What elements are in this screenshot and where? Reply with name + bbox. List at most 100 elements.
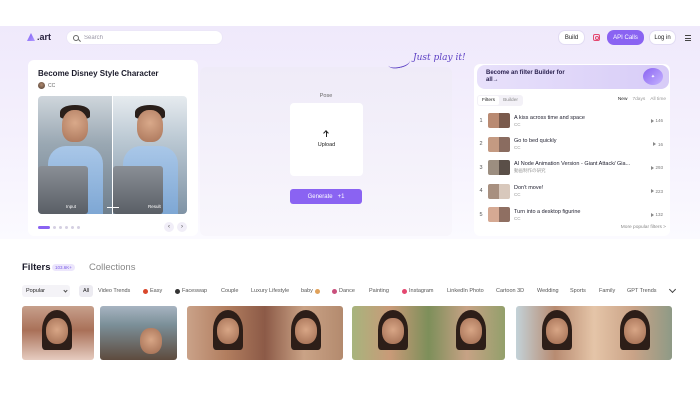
category-label: Cartoon 3D — [496, 288, 525, 294]
carousel-dot[interactable] — [59, 226, 62, 229]
carousel-dot[interactable] — [71, 226, 74, 229]
time-filter-group: New 7days All time — [618, 97, 666, 102]
rank-author: 動画制作の研究 — [514, 168, 546, 174]
rank-number: 1 — [479, 117, 483, 124]
panel-tabs: Filters Builder — [477, 95, 523, 106]
category-couple[interactable]: Couple — [221, 285, 238, 297]
play-count: 223 — [650, 189, 663, 194]
carousel-prev-button[interactable]: ‹ — [164, 222, 174, 232]
rank-title: Don't move! — [514, 185, 544, 192]
category-instagram[interactable]: Instagram — [402, 285, 433, 297]
build-button[interactable]: Build — [558, 30, 585, 45]
search-bar[interactable] — [66, 30, 223, 45]
logo-mark-icon — [27, 33, 35, 41]
category-painting[interactable]: Painting — [369, 285, 389, 297]
sort-value: Popular — [26, 288, 45, 294]
input-label: Input — [66, 204, 77, 209]
search-input[interactable] — [84, 34, 214, 41]
ranking-row[interactable]: 4 Don't move! CC 223 — [477, 180, 667, 204]
before-after-preview: Input Result — [38, 96, 187, 214]
featured-author[interactable]: CC — [38, 82, 55, 89]
generate-cost: +1 — [337, 193, 345, 200]
category-all[interactable]: All — [79, 285, 94, 297]
builder-banner[interactable]: Become an filter Builder for all→ ✦ — [477, 65, 669, 89]
featured-title: Become Disney Style Character — [38, 69, 159, 78]
instagram-button[interactable] — [590, 30, 602, 45]
generate-button[interactable]: Generate +1 — [290, 189, 362, 204]
builder-badge-icon: ✦ — [643, 68, 663, 85]
filter-thumbnail[interactable] — [100, 306, 177, 360]
carousel-dot[interactable] — [38, 226, 50, 229]
carousel-dot[interactable] — [65, 226, 68, 229]
time-filter-all-time[interactable]: All time — [650, 97, 666, 102]
play-count-value: 293 — [655, 165, 663, 170]
time-filter-new[interactable]: New — [618, 97, 628, 102]
rank-title: Go to bed quickly — [514, 138, 557, 145]
api-calls-button[interactable]: API Calls — [607, 30, 644, 45]
category-label: LinkedIn Photo — [447, 288, 484, 294]
tab-builder[interactable]: Builder — [499, 96, 522, 105]
category-label: Faceswap — [182, 288, 208, 294]
dance-icon — [332, 288, 337, 294]
category-sports[interactable]: Sports — [570, 285, 586, 297]
rank-title: Turn into a desktop figurine — [514, 208, 581, 215]
category-video-trends[interactable]: Video Trends — [98, 285, 130, 297]
category-linkedin-photo[interactable]: LinkedIn Photo — [447, 285, 484, 297]
play-count: 132 — [650, 212, 663, 217]
popular-filters-panel: Become an filter Builder for all→ ✦ Filt… — [474, 64, 670, 236]
category-wedding[interactable]: Wedding — [537, 285, 559, 297]
site-logo[interactable]: .art — [27, 32, 51, 42]
ranking-row[interactable]: 2 Go to bed quickly CC 16 — [477, 133, 667, 157]
category-label: GPT Trends — [627, 288, 657, 294]
builder-banner-text: Become an filter Builder for all→ — [486, 70, 565, 83]
filter-thumbnail[interactable] — [22, 306, 94, 360]
ranking-row[interactable]: 3 AI Node Animation Version - Giant Attac… — [477, 156, 667, 180]
tomato-icon — [143, 288, 148, 294]
upload-dropzone[interactable]: Upload — [290, 103, 363, 176]
compare-divider[interactable] — [112, 96, 113, 214]
avatar — [38, 82, 45, 89]
rank-thumbnail — [488, 160, 510, 176]
play-icon — [653, 142, 657, 146]
category-label: All — [83, 288, 90, 294]
ranking-row[interactable]: 5 Turn into a desktop figurine CC 132 — [477, 203, 667, 227]
filter-thumbnail[interactable] — [352, 306, 505, 360]
carousel-dot[interactable] — [53, 226, 56, 229]
category-luxury-lifestyle[interactable]: Luxury Lifestyle — [251, 285, 289, 297]
category-gpt-trends[interactable]: GPT Trends — [627, 285, 657, 297]
ranking-list: 1A kiss across time and space CC 146 2 Go to… — [477, 109, 667, 227]
filter-thumbnail[interactable] — [516, 306, 672, 360]
category-cartoon-3d[interactable]: Cartoon 3D — [496, 285, 524, 297]
result-image — [112, 96, 187, 214]
more-popular-filters-link[interactable]: More popular filters > — [621, 225, 666, 230]
instagram-icon — [592, 34, 600, 41]
input-image — [38, 96, 113, 214]
category-faceswap[interactable]: Faceswap — [175, 285, 207, 297]
carousel-dot[interactable] — [77, 226, 80, 229]
carousel-dots[interactable] — [38, 226, 80, 229]
sort-dropdown[interactable]: Popular — [22, 285, 70, 297]
category-label: baby — [301, 288, 313, 294]
category-baby[interactable]: baby — [301, 285, 320, 297]
expand-categories-icon[interactable] — [668, 285, 677, 294]
filters-heading[interactable]: Filters — [22, 262, 51, 273]
menu-icon[interactable] — [685, 35, 691, 41]
rank-author: CC — [514, 121, 521, 127]
ranking-row[interactable]: 1 A kiss across time and space CC 146 — [477, 109, 667, 133]
featured-filter-card[interactable]: Become Disney Style Character CC Input R… — [28, 60, 198, 236]
filter-thumbnail[interactable] — [187, 306, 343, 360]
login-button[interactable]: Log in — [649, 30, 676, 45]
collections-tab[interactable]: Collections — [89, 262, 135, 273]
rank-number: 3 — [479, 164, 483, 171]
category-easy[interactable]: Easy — [143, 285, 162, 297]
logo-text: .art — [37, 32, 52, 42]
play-icon — [650, 212, 654, 217]
rank-number: 5 — [479, 211, 483, 218]
category-family[interactable]: Family — [599, 285, 615, 297]
category-dance[interactable]: Dance — [332, 285, 355, 297]
carousel-next-button[interactable]: › — [177, 222, 187, 232]
tab-filters[interactable]: Filters — [478, 96, 500, 105]
time-filter-7days[interactable]: 7days — [632, 97, 645, 102]
arrow-right-icon — [107, 207, 119, 208]
rank-thumbnail — [488, 183, 510, 199]
